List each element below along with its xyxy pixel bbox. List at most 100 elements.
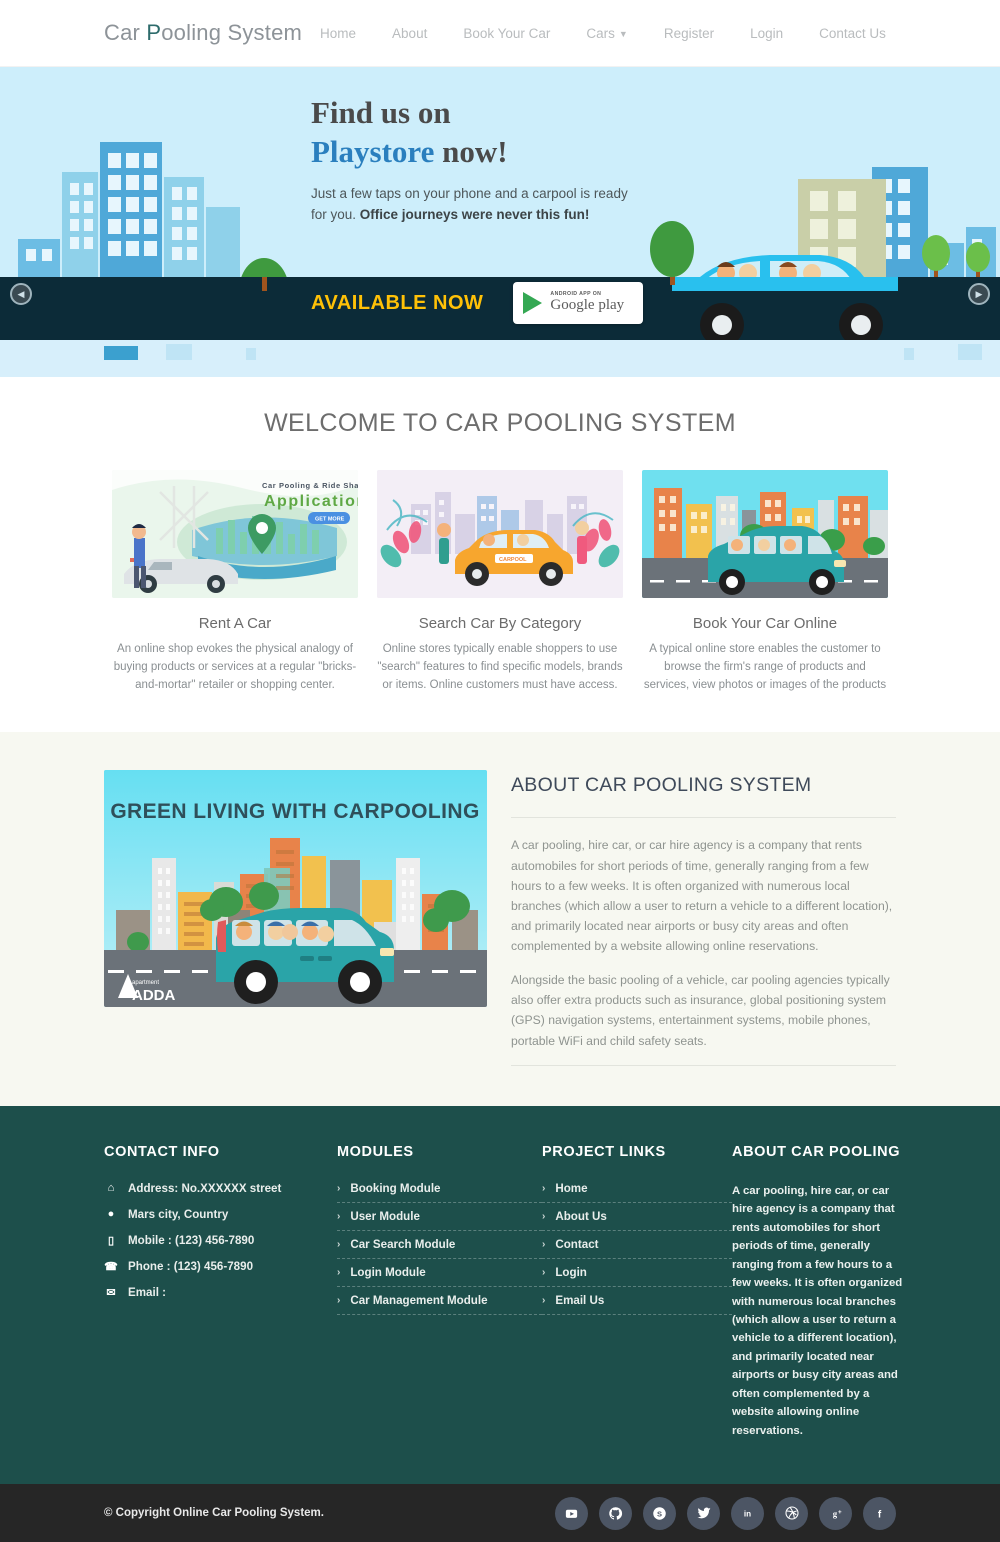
about-text-body: ABOUT CAR POOLING SYSTEM A car pooling, … bbox=[511, 770, 896, 1066]
feature-card[interactable]: CARPOOL Search Car By Category Online st… bbox=[377, 470, 623, 694]
hero-title: Find us on Playstore now! bbox=[311, 93, 671, 172]
nav-link-label: Book Your Car bbox=[463, 25, 551, 41]
footer-link-label: User Module bbox=[350, 1209, 420, 1223]
footer-link-label: Email Us bbox=[555, 1293, 605, 1307]
about-divider-bottom bbox=[511, 1064, 896, 1066]
footer-module-login-module[interactable]: › Login Module bbox=[337, 1266, 542, 1287]
nav-link-about[interactable]: About bbox=[374, 26, 445, 41]
facebook-link[interactable]: f bbox=[863, 1496, 896, 1530]
footer-link-about-us[interactable]: › About Us bbox=[542, 1210, 732, 1231]
slider-prev-button[interactable]: ◀ bbox=[10, 283, 32, 305]
footer-link-label: Booking Module bbox=[350, 1181, 441, 1195]
contact-text: Mobile : (123) 456-7890 bbox=[128, 1233, 255, 1247]
footer-link-label: Login Module bbox=[350, 1265, 426, 1279]
site-logo[interactable]: Car Pooling System bbox=[104, 20, 302, 46]
svg-text:Car Pooling & Ride Sharing: Car Pooling & Ride Sharing bbox=[262, 481, 358, 490]
envelope-icon: ✉ bbox=[106, 1286, 116, 1299]
card-2-image: CARPOOL bbox=[377, 470, 623, 598]
nav-link-login[interactable]: Login bbox=[732, 26, 801, 41]
nav-link-label: Contact Us bbox=[819, 25, 886, 41]
footer-module-booking-module[interactable]: › Booking Module bbox=[337, 1182, 542, 1203]
about-paragraph-1: A car pooling, hire car, or car hire age… bbox=[511, 838, 893, 954]
footer-link-login[interactable]: › Login bbox=[542, 1266, 732, 1287]
svg-text:f: f bbox=[878, 1509, 882, 1520]
footer-link-label: Car Search Module bbox=[350, 1237, 456, 1251]
svg-text:ADDA: ADDA bbox=[132, 987, 175, 1004]
footer-module-car-management-module[interactable]: › Car Management Module bbox=[337, 1294, 542, 1315]
brand-part-1: Car bbox=[104, 20, 147, 45]
home-icon: ⌂ bbox=[107, 1182, 115, 1195]
nav-link-label: Home bbox=[320, 25, 357, 41]
svg-text:apartment: apartment bbox=[132, 980, 159, 986]
contact-line: ⌂ Address: No.XXXXXX street bbox=[104, 1182, 337, 1195]
linkedin-link[interactable]: in bbox=[731, 1496, 764, 1530]
about-heading: ABOUT CAR POOLING SYSTEM bbox=[511, 774, 812, 797]
nav-link-contact-us[interactable]: Contact Us bbox=[801, 26, 904, 41]
welcome-section: WELCOME TO CAR POOLING SYSTEM Car Poolin… bbox=[0, 377, 1000, 694]
footer-about-heading: ABOUT CAR POOLING bbox=[732, 1143, 901, 1160]
chevron-right-icon: › bbox=[337, 1182, 341, 1194]
mobile-icon: ▯ bbox=[107, 1234, 115, 1247]
card-description: Online stores typically enable shoppers … bbox=[377, 643, 623, 691]
hero-title-line1: Find us on bbox=[311, 95, 451, 130]
footer-module-car-search-module[interactable]: › Car Search Module bbox=[337, 1238, 542, 1259]
contact-line: ☎ Phone : (123) 456-7890 bbox=[104, 1260, 337, 1273]
feature-card[interactable]: Car Pooling & Ride Sharing Application G… bbox=[112, 470, 358, 694]
card-title: Book Your Car Online bbox=[692, 615, 838, 632]
footer-link-home[interactable]: › Home bbox=[542, 1182, 732, 1203]
footer-module-user-module[interactable]: › User Module bbox=[337, 1210, 542, 1231]
chevron-right-icon: › bbox=[542, 1182, 546, 1194]
footer-link-email-us[interactable]: › Email Us bbox=[542, 1294, 732, 1315]
nav-link-home[interactable]: Home bbox=[302, 26, 374, 41]
card-description: A typical online store enables the custo… bbox=[643, 643, 887, 691]
about-divider-top bbox=[511, 817, 896, 819]
skype-link[interactable]: S bbox=[643, 1496, 676, 1530]
svg-text:Application: Application bbox=[264, 493, 358, 510]
footer-link-contact[interactable]: › Contact bbox=[542, 1238, 732, 1259]
nav-link-label: Login bbox=[750, 25, 784, 41]
hero-title-highlight: Playstore bbox=[311, 134, 435, 170]
nav-link-register[interactable]: Register bbox=[646, 26, 732, 41]
chevron-down-icon: ▼ bbox=[618, 29, 628, 39]
footer-about-text: A car pooling, hire car, or car hire age… bbox=[732, 1184, 903, 1437]
hero-copy: Find us on Playstore now! Just a few tap… bbox=[311, 93, 671, 226]
hero-title-rest: now! bbox=[434, 134, 508, 170]
nav-link-label: Register bbox=[663, 25, 715, 41]
card-1-image: Car Pooling & Ride Sharing Application G… bbox=[112, 470, 358, 598]
footer-link-label: Login bbox=[555, 1265, 587, 1279]
twitter-link[interactable] bbox=[687, 1496, 720, 1530]
main-navigation: Home About Book Your Car Cars ▼ Register Login… bbox=[302, 26, 1000, 41]
hero-subtitle: Just a few taps on your phone and a carp… bbox=[311, 184, 631, 226]
svg-text:CARPOOL: CARPOOL bbox=[499, 557, 527, 563]
google-play-badge[interactable]: ANDROID APP ON Google play bbox=[513, 282, 644, 324]
skype-icon: S bbox=[652, 1506, 667, 1521]
play-badge-large-text: Google play bbox=[550, 296, 625, 313]
footer-about-column: ABOUT CAR POOLING A car pooling, hire ca… bbox=[732, 1144, 904, 1441]
github-link[interactable] bbox=[599, 1496, 632, 1530]
nav-link-book-your-car[interactable]: Book Your Car bbox=[445, 26, 568, 41]
slider-next-button[interactable]: ▶ bbox=[968, 283, 990, 305]
contact-text: Mars city, Country bbox=[128, 1207, 229, 1221]
card-title: Search Car By Category bbox=[418, 615, 582, 632]
available-now-label: AVAILABLE NOW bbox=[311, 291, 484, 314]
svg-text:S: S bbox=[657, 1509, 662, 1518]
youtube-icon bbox=[564, 1506, 579, 1521]
nav-link-cars[interactable]: Cars ▼ bbox=[568, 26, 645, 41]
copyright-text: © Copyright Online Car Pooling System. bbox=[104, 1507, 324, 1520]
about-section: GREEN LIVING WITH CARPOOLING apartment A… bbox=[0, 732, 1000, 1106]
hero-slider: wvwv Find us on Playstore now! Just a fe… bbox=[0, 67, 1000, 340]
site-header: Car Pooling System Home About Book Your Ca… bbox=[0, 0, 1000, 67]
contact-text: Phone : (123) 456-7890 bbox=[128, 1259, 254, 1273]
googleplus-link[interactable]: g + bbox=[819, 1496, 852, 1530]
twitter-icon bbox=[696, 1505, 712, 1521]
feature-card[interactable]: Book Your Car Online A typical online st… bbox=[642, 470, 888, 694]
hero-subtitle-bold: Office journeys were never this fun! bbox=[359, 206, 590, 222]
nav-link-label: Cars bbox=[586, 25, 615, 41]
footer-link-label: Car Management Module bbox=[350, 1293, 488, 1307]
copyright-bar: © Copyright Online Car Pooling System. S… bbox=[0, 1484, 1000, 1542]
dribbble-link[interactable] bbox=[775, 1496, 808, 1530]
youtube-link[interactable] bbox=[555, 1496, 588, 1530]
chevron-right-icon: › bbox=[337, 1294, 341, 1306]
about-image-title: GREEN LIVING WITH CARPOOLING bbox=[110, 800, 479, 823]
nav-link-label: About bbox=[392, 25, 428, 41]
